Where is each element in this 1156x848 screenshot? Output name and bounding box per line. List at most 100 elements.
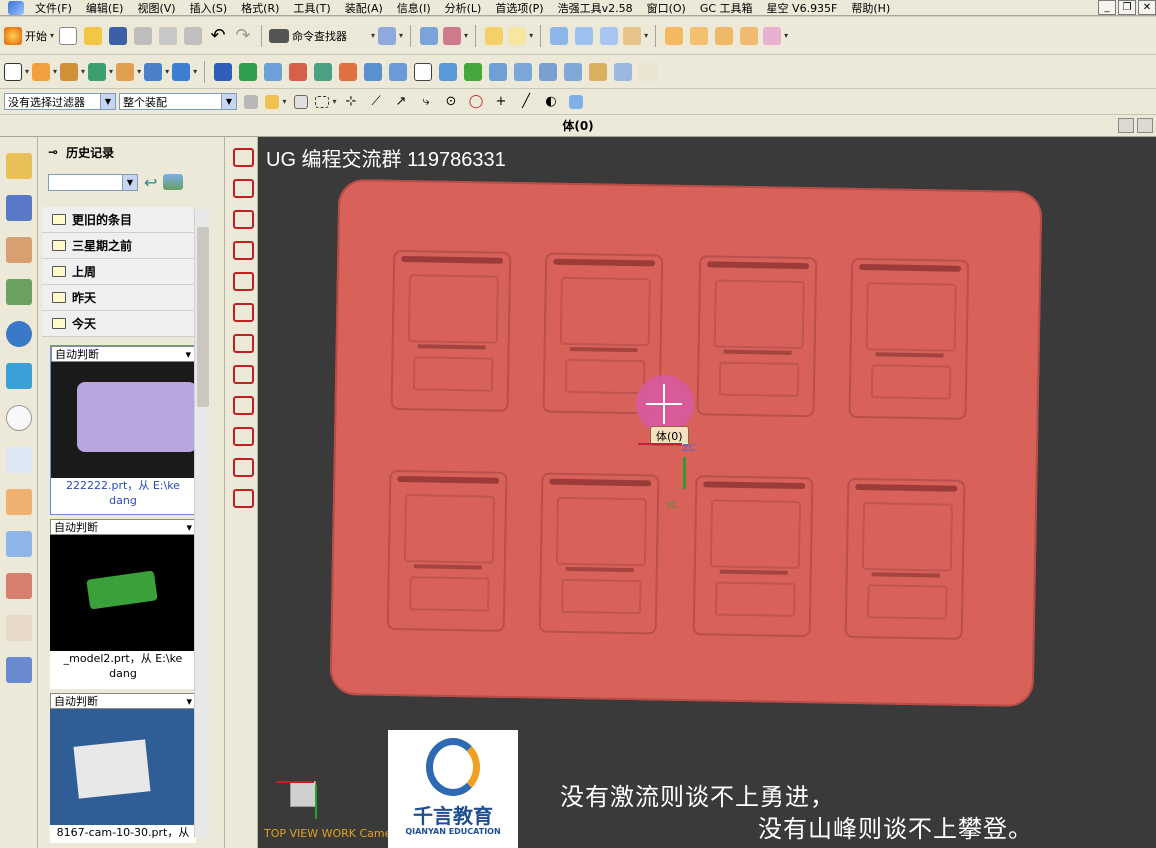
menu-analysis[interactable]: 分析(L): [438, 0, 489, 16]
delete-face-button[interactable]: [337, 61, 359, 83]
process-studio-tab-icon[interactable]: [6, 531, 32, 557]
menu-window[interactable]: 窗口(O): [640, 0, 693, 16]
start-button[interactable]: 开始 ▾: [4, 25, 54, 47]
snap-midpoint-button[interactable]: ⟋: [365, 91, 387, 113]
snap-center-button[interactable]: ⊙: [440, 91, 462, 113]
tool-button-e[interactable]: ▾: [763, 25, 788, 47]
constraint-navigator-tab-icon[interactable]: [6, 195, 32, 221]
block-button[interactable]: ▾: [116, 61, 141, 83]
snap-face-button[interactable]: ◐: [540, 91, 562, 113]
restore-icon[interactable]: ❐: [1118, 0, 1136, 15]
menu-preferences[interactable]: 首选项(P): [488, 0, 550, 16]
pin-icon[interactable]: ⊸: [48, 145, 58, 159]
history-item-mode[interactable]: 自动判断 ▾: [50, 519, 196, 535]
history-filter-select[interactable]: ▼: [48, 173, 138, 191]
snap-existing-button[interactable]: +: [490, 91, 512, 113]
snap-point-button[interactable]: ▾: [265, 91, 287, 113]
new-file-button[interactable]: [57, 25, 79, 47]
system-materials-tab-icon[interactable]: [6, 447, 32, 473]
minimize-icon[interactable]: _: [1098, 0, 1116, 15]
draft-button[interactable]: [287, 61, 309, 83]
measure-button[interactable]: [483, 25, 505, 47]
tool-button-i[interactable]: [562, 61, 584, 83]
extract-curve-tool-icon[interactable]: [230, 361, 254, 385]
history-group-older[interactable]: 更旧的条目: [42, 207, 194, 233]
assembly-navigator-button[interactable]: [418, 25, 440, 47]
selection-scope-select[interactable]: 整个装配 ▼: [119, 93, 237, 110]
offset-curve-tool-icon[interactable]: [230, 268, 254, 292]
tool-button-j[interactable]: [587, 61, 609, 83]
menu-format[interactable]: 格式(R): [234, 0, 286, 16]
filter-settings-button[interactable]: [240, 91, 262, 113]
boolean-button[interactable]: ▾: [144, 61, 169, 83]
menu-info[interactable]: 信息(I): [390, 0, 438, 16]
save-button[interactable]: [107, 25, 129, 47]
surface-button-3[interactable]: [598, 25, 620, 47]
surface-button-2[interactable]: [573, 25, 595, 47]
menu-tools[interactable]: 工具(T): [286, 0, 337, 16]
tool-button-k[interactable]: [612, 61, 634, 83]
extrude-button[interactable]: ▾: [32, 61, 57, 83]
history-item-mode[interactable]: 自动判断 ▾: [50, 693, 196, 709]
visual-palette-tab-icon[interactable]: [6, 489, 32, 515]
box-button[interactable]: ▾: [172, 61, 197, 83]
curve-length-tool-icon[interactable]: [230, 485, 254, 509]
full-screen-icon[interactable]: [1118, 118, 1134, 133]
menu-insert[interactable]: 插入(S): [183, 0, 235, 16]
open-file-button[interactable]: [82, 25, 104, 47]
menu-help[interactable]: 帮助(H): [844, 0, 897, 16]
menu-assembly[interactable]: 装配(A): [338, 0, 390, 16]
tool-button-d[interactable]: [738, 25, 760, 47]
analysis-button[interactable]: ▾: [508, 25, 533, 47]
offset-face-button[interactable]: [237, 61, 259, 83]
help-tab-icon[interactable]: [6, 363, 32, 389]
join-curve-tool-icon[interactable]: [230, 454, 254, 478]
divide-curve-tool-icon[interactable]: [230, 423, 254, 447]
explode-button[interactable]: [412, 61, 434, 83]
menu-xingkong[interactable]: 星空 V6.935F: [760, 0, 845, 16]
reuse-library-tab-icon[interactable]: [6, 279, 32, 305]
polygon-tool-icon[interactable]: [230, 237, 254, 261]
history-group-today[interactable]: 今天: [42, 311, 194, 337]
tool-button-h[interactable]: [537, 61, 559, 83]
sketch-button[interactable]: ▾: [4, 61, 29, 83]
datum-button[interactable]: ▾: [88, 61, 113, 83]
menu-file[interactable]: 文件(F): [28, 0, 79, 16]
undo-button[interactable]: ↶: [207, 25, 229, 47]
tool-button-l[interactable]: [637, 61, 659, 83]
layout-icon[interactable]: [1137, 118, 1153, 133]
rectangle-select-button[interactable]: ▾: [315, 91, 337, 113]
internet-explorer-tab-icon[interactable]: [6, 321, 32, 347]
book-button[interactable]: [262, 61, 284, 83]
spline-tool-icon[interactable]: [230, 206, 254, 230]
surface-button-4[interactable]: ▾: [623, 25, 648, 47]
redo-button[interactable]: ↷: [232, 25, 254, 47]
snap-body-button[interactable]: [565, 91, 587, 113]
trim-button[interactable]: [437, 61, 459, 83]
menu-view[interactable]: 视图(V): [130, 0, 182, 16]
cut-button[interactable]: [132, 25, 154, 47]
surface-button-1[interactable]: [548, 25, 570, 47]
snap-endpoint-button[interactable]: ⊹: [340, 91, 362, 113]
history-item-mode[interactable]: 自动判断 ▾: [51, 346, 195, 362]
tool-button-g[interactable]: [512, 61, 534, 83]
scrollbar-thumb[interactable]: [197, 227, 209, 407]
rectangle-tool-icon[interactable]: [230, 175, 254, 199]
history-item[interactable]: 自动判断 ▾ _model2.prt，从 E:\ke dang: [50, 519, 196, 689]
menu-gc-toolkit[interactable]: GC 工具箱: [693, 0, 760, 16]
copy-button[interactable]: [157, 25, 179, 47]
snap-intersection-button[interactable]: ⤷: [415, 91, 437, 113]
command-finder-button[interactable]: 命令查找器: [269, 25, 347, 47]
menu-haoqiang-tools[interactable]: 浩强工具v2.58: [551, 0, 640, 16]
history-clock-icon[interactable]: [6, 405, 32, 431]
close-icon[interactable]: ✕: [1138, 0, 1156, 15]
replace-face-button[interactable]: [312, 61, 334, 83]
back-arrow-icon[interactable]: ↩: [144, 173, 157, 192]
history-group-last-week[interactable]: 上周: [42, 259, 194, 285]
mirror-button[interactable]: [387, 61, 409, 83]
move-face-button[interactable]: [212, 61, 234, 83]
tool-button-c[interactable]: [713, 25, 735, 47]
roles-tab-icon[interactable]: [6, 573, 32, 599]
tool-button-f[interactable]: [487, 61, 509, 83]
history-group-yesterday[interactable]: 昨天: [42, 285, 194, 311]
